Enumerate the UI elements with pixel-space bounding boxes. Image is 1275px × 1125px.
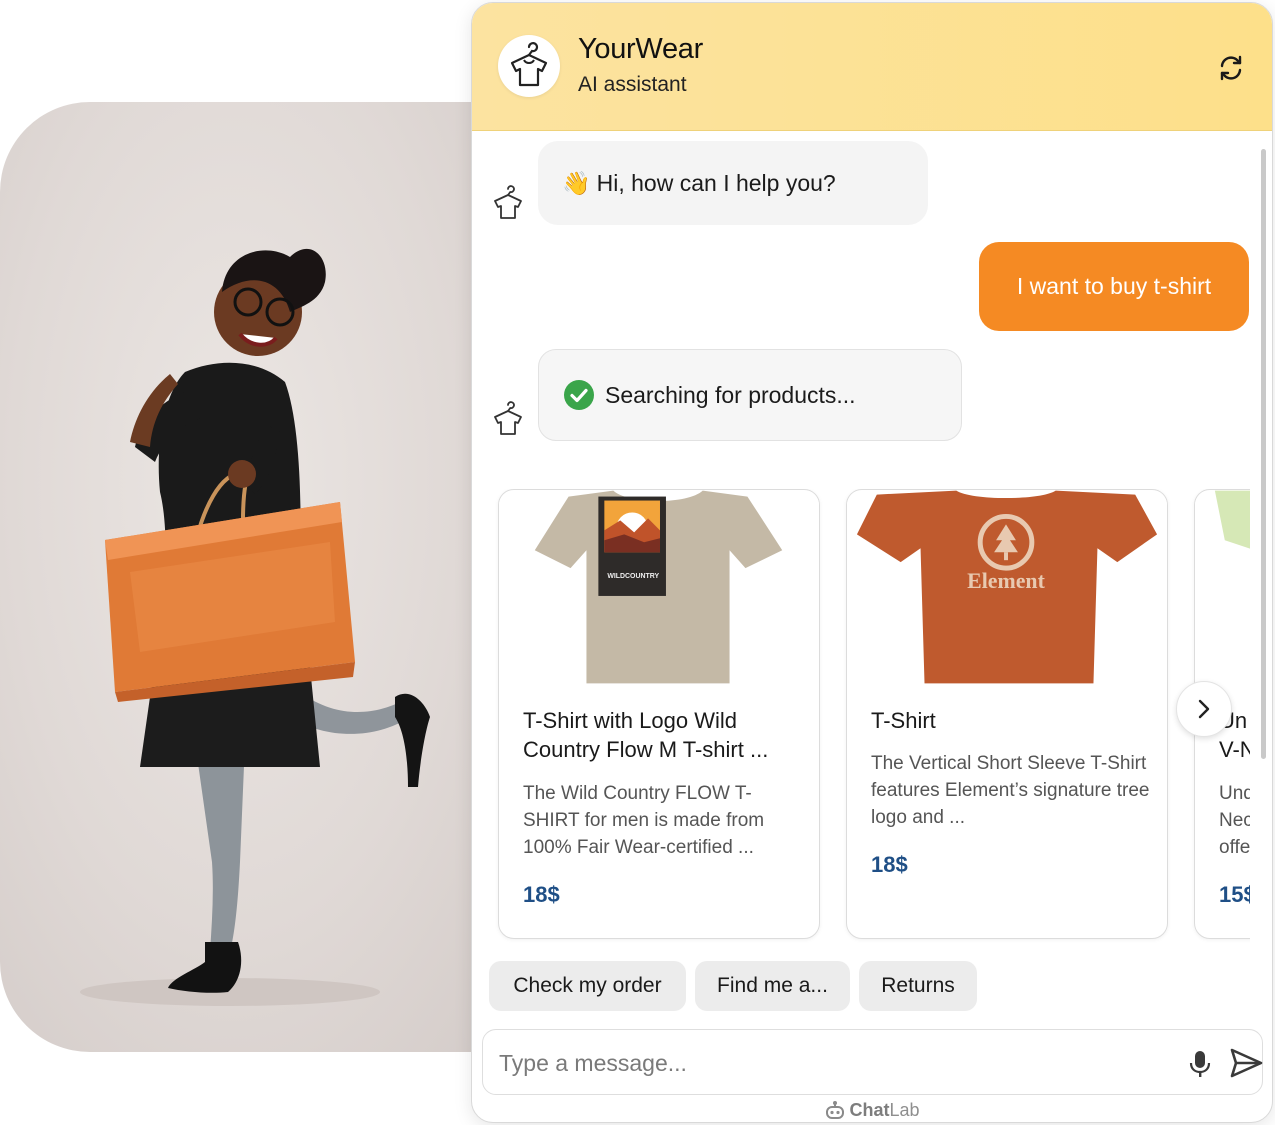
carousel-next-button[interactable] (1176, 681, 1232, 737)
refresh-icon (1220, 55, 1242, 81)
product-description: The Wild Country FLOW T-SHIRT for men is… (523, 783, 765, 858)
product-price: 18$ (523, 882, 560, 907)
hero-photo (0, 102, 520, 1052)
product-price: 15$ (1219, 882, 1250, 907)
tshirt-hanger-icon (510, 42, 548, 87)
scrollbar[interactable] (1261, 149, 1266, 759)
microphone-icon[interactable] (1187, 1050, 1213, 1078)
message-input[interactable] (499, 1042, 1159, 1084)
chatlab-logo-icon (826, 1101, 845, 1119)
product-name[interactable]: T-Shirt (871, 706, 1153, 735)
assistant-avatar (498, 35, 560, 97)
product-description: The Vertical Short Sleeve T-Shirt featur… (871, 753, 1150, 828)
product-name[interactable]: T-Shirt with Logo Wild Country Flow M T-… (523, 706, 805, 764)
user-message-text: I want to buy t-shirt (1016, 273, 1212, 299)
check-circle-icon (564, 380, 594, 410)
brand-bold: Chat (849, 1099, 890, 1120)
assistant-subtitle: AI assistant (578, 73, 687, 96)
chat-header: YourWear AI assistant (472, 3, 1272, 131)
bot-avatar-icon (494, 185, 522, 219)
product-image-element-tshirt: Element (847, 490, 1167, 684)
product-card[interactable]: Element T-Shirt The Vertical Short Sleev… (846, 489, 1168, 939)
send-icon[interactable] (1229, 1046, 1263, 1080)
bot-avatar-icon (494, 401, 522, 435)
user-message: I want to buy t-shirt (979, 242, 1249, 331)
brand-light: Lab (889, 1099, 920, 1120)
woman-with-shopping-bag-illustration (80, 248, 430, 1006)
print-text: WILDCOUNTRY (607, 573, 659, 580)
greeting-text: Hi, how can I help you? (596, 169, 836, 196)
search-status-message: Searching for products... (538, 349, 962, 441)
search-status-text: Searching for products... (605, 381, 856, 408)
quick-reply-check-order[interactable]: Check my order (489, 961, 686, 1011)
powered-by-footer: Chat Lab (472, 1097, 1272, 1122)
chevron-right-icon (1198, 699, 1210, 719)
product-price: 18$ (871, 852, 908, 877)
product-card[interactable]: WILDCOUNTRY T-Shirt with Logo Wild Count… (498, 489, 820, 939)
greeting-message: 👋 Hi, how can I help you? (538, 141, 928, 225)
quick-reply-returns[interactable]: Returns (859, 961, 977, 1011)
waving-hand-icon: 👋 (562, 169, 591, 196)
message-composer (482, 1029, 1263, 1095)
product-description: Und Nec offe (1219, 783, 1250, 858)
product-image-wildcountry-tshirt: WILDCOUNTRY (499, 490, 819, 684)
chat-widget: YourWear AI assistant 👋 Hi, how can I he… (471, 2, 1273, 1123)
quick-reply-find[interactable]: Find me a... (695, 961, 850, 1011)
product-carousel[interactable]: WILDCOUNTRY T-Shirt with Logo Wild Count… (472, 489, 1250, 944)
chat-messages[interactable]: 👋 Hi, how can I help you? I want to buy … (472, 131, 1272, 1021)
print-text: Element (967, 569, 1045, 593)
refresh-button[interactable] (1216, 53, 1246, 83)
assistant-name: YourWear (578, 33, 703, 65)
product-image-vneck-tshirt (1195, 490, 1250, 684)
